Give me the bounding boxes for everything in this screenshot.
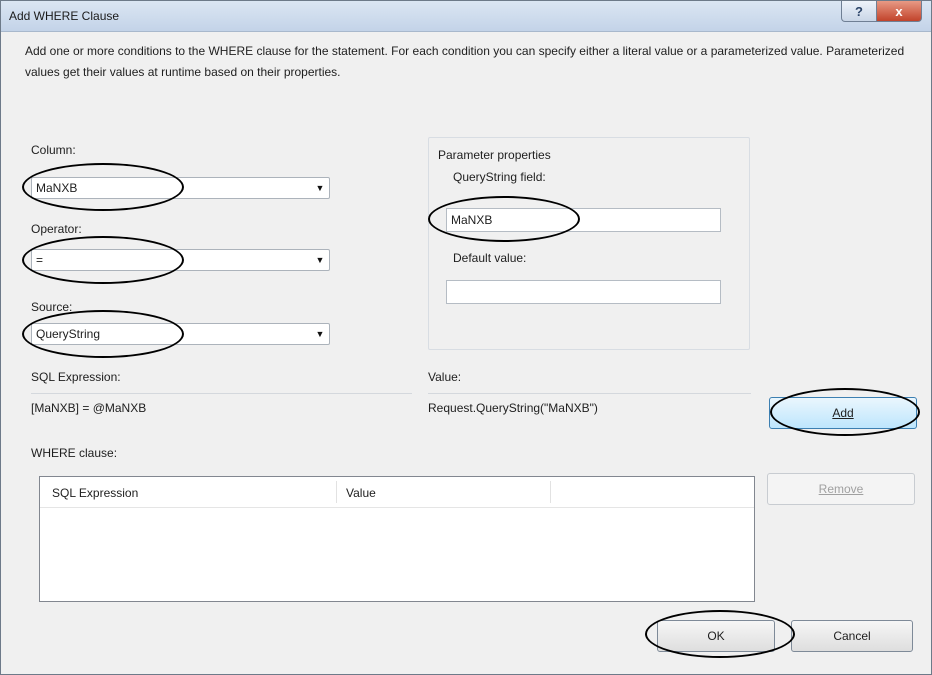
column-dropdown[interactable]: MaNXB ▼ — [31, 177, 330, 199]
value-preview: Request.QueryString("MaNXB") — [428, 401, 598, 415]
source-value: QueryString — [36, 327, 101, 341]
value-box: Request.QueryString("MaNXB") — [428, 393, 751, 424]
parameter-properties-title: Parameter properties — [438, 148, 551, 162]
add-button[interactable]: Add — [769, 397, 917, 429]
ok-button[interactable]: OK — [657, 620, 775, 652]
querystring-field-label: QueryString field: — [453, 170, 546, 184]
dialog-description: Add one or more conditions to the WHERE … — [25, 44, 905, 79]
cancel-button[interactable]: Cancel — [791, 620, 913, 652]
value-label: Value: — [428, 370, 462, 384]
where-clause-label: WHERE clause: — [31, 446, 118, 460]
chevron-down-icon: ▼ — [315, 183, 325, 193]
help-icon: ? — [855, 3, 863, 19]
remove-button-label: Remove — [818, 482, 864, 496]
sql-expression-value: [MaNXB] = @MaNXB — [31, 401, 147, 415]
dialog-title: Add WHERE Clause — [9, 9, 120, 23]
operator-dropdown[interactable]: = ▼ — [31, 249, 330, 271]
close-button[interactable]: x — [876, 1, 922, 22]
sql-expression-box: [MaNXB] = @MaNXB — [31, 393, 412, 424]
close-icon: x — [895, 3, 903, 19]
default-value-input[interactable] — [446, 280, 721, 304]
cancel-button-label: Cancel — [833, 629, 871, 643]
add-button-label: Add — [832, 406, 854, 420]
list-header: SQL Expression Value — [40, 477, 754, 508]
sql-expression-label: SQL Expression: — [31, 370, 121, 384]
add-where-clause-dialog: Add WHERE Clause ? x Add one or more con… — [0, 0, 932, 675]
chevron-down-icon: ▼ — [315, 255, 325, 265]
source-label: Source: — [31, 300, 73, 314]
operator-value: = — [36, 253, 44, 267]
source-dropdown[interactable]: QueryString ▼ — [31, 323, 330, 345]
operator-label: Operator: — [31, 222, 82, 236]
column-value: MaNXB — [36, 181, 78, 195]
column-header-value[interactable]: Value — [346, 486, 376, 500]
column-header-sql-expression[interactable]: SQL Expression — [52, 486, 138, 500]
querystring-field-value: MaNXB — [451, 213, 493, 227]
help-button[interactable]: ? — [841, 1, 877, 22]
default-value-label: Default value: — [453, 251, 527, 265]
querystring-field-input[interactable]: MaNXB — [446, 208, 721, 232]
column-divider[interactable] — [550, 481, 551, 503]
column-divider[interactable] — [336, 481, 337, 503]
remove-button[interactable]: Remove — [767, 473, 915, 505]
title-bar[interactable]: Add WHERE Clause ? x — [1, 1, 931, 32]
column-label: Column: — [31, 143, 76, 157]
ok-button-label: OK — [707, 629, 725, 643]
parameter-properties-group — [428, 137, 750, 350]
chevron-down-icon: ▼ — [315, 329, 325, 339]
where-clause-list[interactable]: SQL Expression Value — [39, 476, 755, 602]
